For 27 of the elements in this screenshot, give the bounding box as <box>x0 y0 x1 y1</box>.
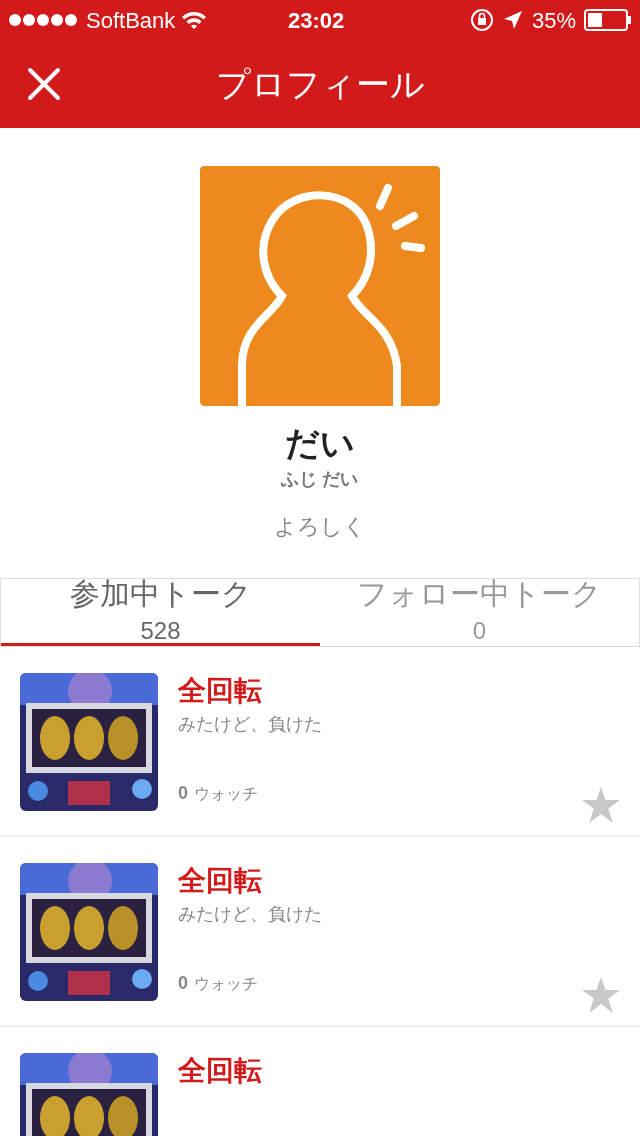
talk-description: みたけど、負けた <box>178 715 323 733</box>
talk-description: みたけど、負けた <box>178 905 323 923</box>
star-button[interactable] <box>582 977 620 1013</box>
name-reading: ふじ だい <box>281 470 359 488</box>
talk-item[interactable]: 全回転 <box>0 1027 640 1136</box>
profile-bio: よろしく <box>274 516 366 538</box>
talk-title: 全回転 <box>178 1057 263 1085</box>
watch-count: 0 <box>178 972 188 995</box>
battery-percent: 35% <box>531 6 576 35</box>
talk-item[interactable]: 全回転 みたけど、負けた 0 ウォッチ <box>0 837 640 1027</box>
wifi-icon <box>181 10 208 30</box>
battery-icon <box>584 9 632 31</box>
tab[interactable]: フォロー中トーク 0 <box>320 579 639 646</box>
talk-title: 全回転 <box>178 677 263 705</box>
rotation-lock-icon <box>469 8 494 32</box>
tab[interactable]: 参加中トーク 528 <box>1 579 320 646</box>
watch-label: ウォッチ <box>194 784 258 804</box>
signal-icon <box>8 13 80 27</box>
talk-item[interactable]: 全回転 みたけど、負けた 0 ウォッチ <box>0 647 640 837</box>
profile-name: だい <box>285 426 355 460</box>
star-button[interactable] <box>582 787 620 823</box>
watch-label: ウォッチ <box>194 974 258 994</box>
carrier-name: SoftBank <box>86 6 176 35</box>
screen-title: プロフィール <box>215 63 425 105</box>
talk-title: 全回転 <box>178 867 263 895</box>
watch-count: 0 <box>178 782 188 805</box>
clock-time: 23:02 <box>288 6 345 35</box>
